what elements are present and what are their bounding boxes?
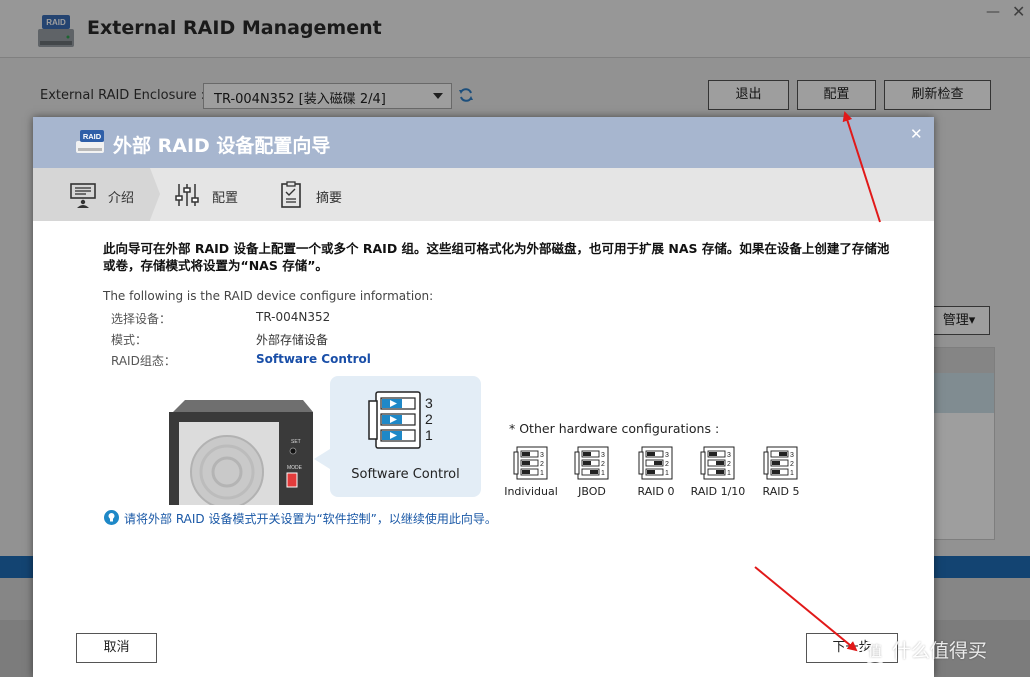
info-label-device: 选择设备： xyxy=(111,312,172,326)
svg-text:SET: SET xyxy=(291,439,301,445)
svg-text:3: 3 xyxy=(665,452,669,459)
cancel-button[interactable]: 取消 xyxy=(76,633,157,663)
step-intro: 介绍 xyxy=(108,191,135,206)
config-label: Individual xyxy=(504,485,558,498)
config-label: RAID 1/10 xyxy=(690,485,746,498)
svg-text:1: 1 xyxy=(665,470,669,477)
svg-text:3: 3 xyxy=(540,452,544,459)
intro-text: 此向导可在外部 RAID 设备上配置一个或多个 RAID 组。这些组可格式化为外… xyxy=(103,241,890,273)
dip-switch-icon: 3 2 1 xyxy=(368,391,433,449)
watermark-badge: 值 xyxy=(862,638,888,665)
raid-badge-icon: RAID xyxy=(76,130,104,153)
svg-text:2: 2 xyxy=(727,461,731,468)
svg-text:2: 2 xyxy=(665,461,669,468)
step-arrow xyxy=(150,168,160,220)
svg-text:1: 1 xyxy=(540,470,544,477)
raid-device-illustration: SET MODE xyxy=(169,400,313,505)
info-value-device: TR-004N352 xyxy=(256,310,331,324)
wizard-steps: 介绍 配置 摘要 xyxy=(33,168,934,221)
info-value-mode: 外部存储设备 xyxy=(256,333,329,347)
wizard-header: RAID 外部 RAID 设备配置向导 ✕ xyxy=(33,117,934,168)
raid-config-wizard: RAID 外部 RAID 设备配置向导 ✕ 介绍 配置 摘要 此向导可在外部 R… xyxy=(33,117,934,677)
config-jbod: 3 2 1 JBOD xyxy=(562,446,622,498)
dip-switch-icon: 3 2 1 xyxy=(513,446,548,480)
svg-text:2: 2 xyxy=(540,461,544,468)
other-configs-heading: * Other hardware configurations : xyxy=(509,421,720,436)
watermark-text: 什么值得买 xyxy=(892,640,988,662)
info-heading: The following is the RAID device configu… xyxy=(103,289,434,303)
tip-text: 请将外部 RAID 设备模式开关设置为“软件控制”，以继续使用此向导。 xyxy=(124,512,497,526)
dip-switch-icon: 3 2 1 xyxy=(574,446,609,480)
svg-text:3: 3 xyxy=(601,452,605,459)
svg-text:RAID: RAID xyxy=(83,132,102,141)
config-raid0: 3 2 1 RAID 0 xyxy=(626,446,686,498)
step-summary: 摘要 xyxy=(316,191,343,206)
svg-text:3: 3 xyxy=(727,452,731,459)
callout-label: Software Control xyxy=(351,467,460,482)
svg-text:2: 2 xyxy=(601,461,605,468)
config-raid1-10: 3 2 1 RAID 1/10 xyxy=(688,446,748,498)
dip-switch-icon: 3 2 1 xyxy=(638,446,673,480)
svg-text:1: 1 xyxy=(601,470,605,477)
svg-text:2: 2 xyxy=(425,411,433,427)
svg-text:3: 3 xyxy=(790,452,794,459)
callout-pointer xyxy=(314,449,330,469)
intro-icon xyxy=(70,183,96,208)
step-config: 配置 xyxy=(212,191,239,206)
config-label: JBOD xyxy=(578,485,606,498)
svg-text:1: 1 xyxy=(790,470,794,477)
software-control-callout: 3 2 1 Software Control xyxy=(330,376,481,497)
config-label: RAID 5 xyxy=(762,485,800,498)
config-individual: 3 2 1 Individual xyxy=(501,446,561,498)
sliders-icon xyxy=(175,184,199,206)
close-icon[interactable]: ✕ xyxy=(910,125,923,143)
info-label-mode: 模式： xyxy=(111,333,148,347)
dip-switch-icon: 3 2 1 xyxy=(700,446,735,480)
watermark: 值什么值得买 xyxy=(862,636,987,665)
svg-text:1: 1 xyxy=(727,470,731,477)
wizard-title: 外部 RAID 设备配置向导 xyxy=(113,135,331,157)
lightbulb-icon xyxy=(104,510,119,525)
dip-switch-icon: 3 2 1 xyxy=(763,446,798,480)
summary-icon xyxy=(281,181,301,208)
svg-text:3: 3 xyxy=(425,395,433,411)
svg-text:1: 1 xyxy=(425,427,433,443)
svg-text:MODE: MODE xyxy=(287,465,303,471)
svg-text:2: 2 xyxy=(790,461,794,468)
info-label-raid: RAID组态： xyxy=(111,354,176,368)
info-value-raid: Software Control xyxy=(256,352,371,366)
config-raid5: 3 2 1 RAID 5 xyxy=(751,446,811,498)
config-label: RAID 0 xyxy=(637,485,675,498)
